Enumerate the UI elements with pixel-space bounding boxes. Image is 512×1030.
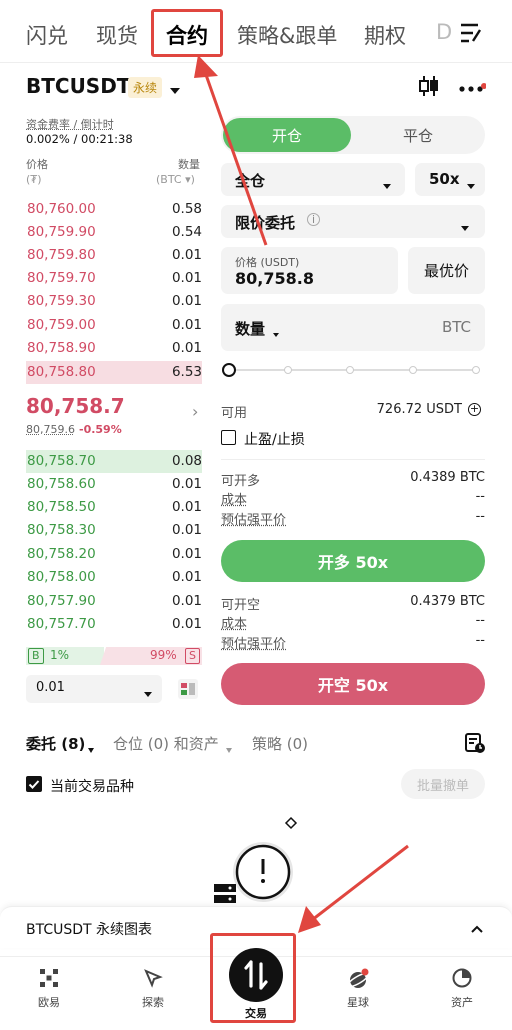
- annotation-arrows: [194, 55, 409, 933]
